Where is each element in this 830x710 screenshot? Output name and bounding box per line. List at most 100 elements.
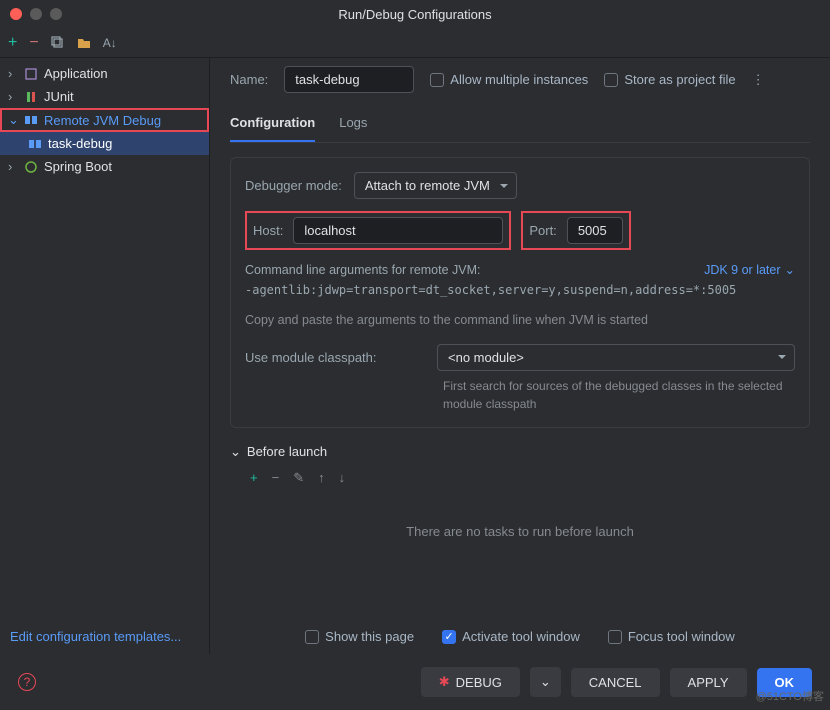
add-task-button[interactable]: + <box>250 470 258 486</box>
module-label: Use module classpath: <box>245 350 425 365</box>
cli-args-label-row: Command line arguments for remote JVM: J… <box>245 262 795 277</box>
name-label: Name: <box>230 72 268 87</box>
chevron-down-icon: ⌄ <box>8 112 18 128</box>
checkbox-icon <box>604 73 618 87</box>
focus-window-checkbox[interactable]: Focus tool window <box>608 629 735 644</box>
app-icon <box>24 67 38 81</box>
bottom-checks: Show this page Activate tool window Focu… <box>210 619 830 654</box>
store-as-file-checkbox[interactable]: Store as project file <box>604 72 735 87</box>
name-input[interactable] <box>284 66 414 93</box>
no-tasks-message: There are no tasks to run before launch <box>230 504 810 559</box>
watermark: @51CTO博客 <box>756 688 824 704</box>
port-highlight: Port: <box>521 211 630 250</box>
allow-multiple-checkbox[interactable]: Allow multiple instances <box>430 72 588 87</box>
copy-config-button[interactable] <box>51 36 65 50</box>
minimize-window-button[interactable] <box>30 8 42 20</box>
chevron-down-icon: ⌄ <box>230 444 241 460</box>
maximize-window-button[interactable] <box>50 8 62 20</box>
before-launch-toolbar: + − ✎ ↑ ↓ <box>230 470 810 486</box>
main-area: › Application › JUnit ⌄ Remote JVM Debug… <box>0 58 830 654</box>
show-page-checkbox[interactable]: Show this page <box>305 629 414 644</box>
sidebar-item-label: Remote JVM Debug <box>44 113 161 128</box>
tabs: Configuration Logs <box>230 109 810 143</box>
bug-icon: ✱ <box>439 674 450 690</box>
checkbox-label: Store as project file <box>624 72 735 87</box>
footer: ? ✱ DEBUG ⌄ CANCEL APPLY OK <box>0 654 830 710</box>
checkbox-label: Focus tool window <box>628 629 735 644</box>
select-value: Attach to remote JVM <box>365 178 490 193</box>
cli-args-value: -agentlib:jdwp=transport=dt_socket,serve… <box>245 281 795 299</box>
debugger-mode-select[interactable]: Attach to remote JVM <box>354 172 517 199</box>
button-label: DEBUG <box>456 675 502 690</box>
content-panel: Name: Allow multiple instances Store as … <box>210 58 830 654</box>
jdk-version-link[interactable]: JDK 9 or later ⌄ <box>704 262 795 277</box>
sidebar-item-label: task-debug <box>48 136 112 151</box>
cli-args-hint: Copy and paste the arguments to the comm… <box>245 311 795 330</box>
close-window-button[interactable] <box>10 8 22 20</box>
jdk-link-text: JDK 9 or later <box>704 263 780 277</box>
window-title: Run/Debug Configurations <box>338 7 491 22</box>
sidebar-item-remote-jvm-debug[interactable]: ⌄ Remote JVM Debug <box>0 108 209 132</box>
help-button[interactable]: ? <box>18 673 36 691</box>
debugger-mode-label: Debugger mode: <box>245 178 342 193</box>
cli-args-label: Command line arguments for remote JVM: <box>245 263 481 277</box>
cancel-button[interactable]: CANCEL <box>571 668 660 697</box>
checkbox-label: Activate tool window <box>462 629 580 644</box>
edit-templates-link[interactable]: Edit configuration templates... <box>10 629 181 644</box>
edit-task-button[interactable]: ✎ <box>293 470 304 486</box>
debug-dropdown-button[interactable]: ⌄ <box>530 667 561 697</box>
sidebar-item-label: JUnit <box>44 89 74 104</box>
debug-button[interactable]: ✱ DEBUG <box>421 667 520 697</box>
host-input[interactable] <box>293 217 503 244</box>
sidebar-item-label: Application <box>44 66 108 81</box>
tab-logs[interactable]: Logs <box>339 109 367 142</box>
titlebar: Run/Debug Configurations <box>0 0 830 28</box>
chevron-right-icon: › <box>8 66 18 81</box>
host-port-row: Host: Port: <box>245 211 795 250</box>
configuration-box: Debugger mode: Attach to remote JVM Host… <box>230 157 810 428</box>
sidebar-item-application[interactable]: › Application <box>0 62 209 85</box>
chevron-down-icon: ⌄ <box>785 262 795 277</box>
remove-task-button[interactable]: − <box>272 470 280 486</box>
checkbox-label: Allow multiple instances <box>450 72 588 87</box>
before-launch-header[interactable]: ⌄ Before launch <box>230 444 810 460</box>
sidebar-item-label: Spring Boot <box>44 159 112 174</box>
name-row: Name: Allow multiple instances Store as … <box>230 66 810 93</box>
folder-config-button[interactable] <box>77 36 91 50</box>
footer-buttons: ✱ DEBUG ⌄ CANCEL APPLY OK <box>421 667 812 697</box>
remote-icon <box>28 137 42 151</box>
more-options-icon[interactable]: ⋮ <box>752 72 765 88</box>
move-up-button[interactable]: ↑ <box>318 470 325 486</box>
checkbox-icon <box>442 630 456 644</box>
module-select[interactable]: <no module> <box>437 344 795 371</box>
sidebar-item-junit[interactable]: › JUnit <box>0 85 209 108</box>
checkbox-icon <box>305 630 319 644</box>
debugger-mode-row: Debugger mode: Attach to remote JVM <box>245 172 795 199</box>
remote-icon <box>24 113 38 127</box>
before-launch-label: Before launch <box>247 444 327 459</box>
host-highlight: Host: <box>245 211 511 250</box>
checkbox-icon <box>608 630 622 644</box>
remove-config-button[interactable]: − <box>29 34 38 52</box>
port-label: Port: <box>529 223 556 238</box>
checkbox-icon <box>430 73 444 87</box>
sidebar-item-spring-boot[interactable]: › Spring Boot <box>0 155 209 178</box>
sort-config-button[interactable]: A↓ <box>103 36 117 50</box>
sidebar-item-task-debug[interactable]: task-debug <box>0 132 209 155</box>
module-row: Use module classpath: <no module> <box>245 344 795 371</box>
chevron-right-icon: › <box>8 89 18 104</box>
move-down-button[interactable]: ↓ <box>339 470 346 486</box>
host-label: Host: <box>253 223 283 238</box>
tab-configuration[interactable]: Configuration <box>230 109 315 142</box>
spring-icon <box>24 160 38 174</box>
apply-button[interactable]: APPLY <box>670 668 747 697</box>
footer-left: ? <box>18 673 36 691</box>
traffic-lights <box>10 8 62 20</box>
before-launch-section: ⌄ Before launch + − ✎ ↑ ↓ There are no t… <box>230 444 810 559</box>
activate-window-checkbox[interactable]: Activate tool window <box>442 629 580 644</box>
select-value: <no module> <box>448 350 524 365</box>
add-config-button[interactable]: + <box>8 34 17 52</box>
sidebar: › Application › JUnit ⌄ Remote JVM Debug… <box>0 58 210 654</box>
checkbox-label: Show this page <box>325 629 414 644</box>
port-input[interactable] <box>567 217 623 244</box>
